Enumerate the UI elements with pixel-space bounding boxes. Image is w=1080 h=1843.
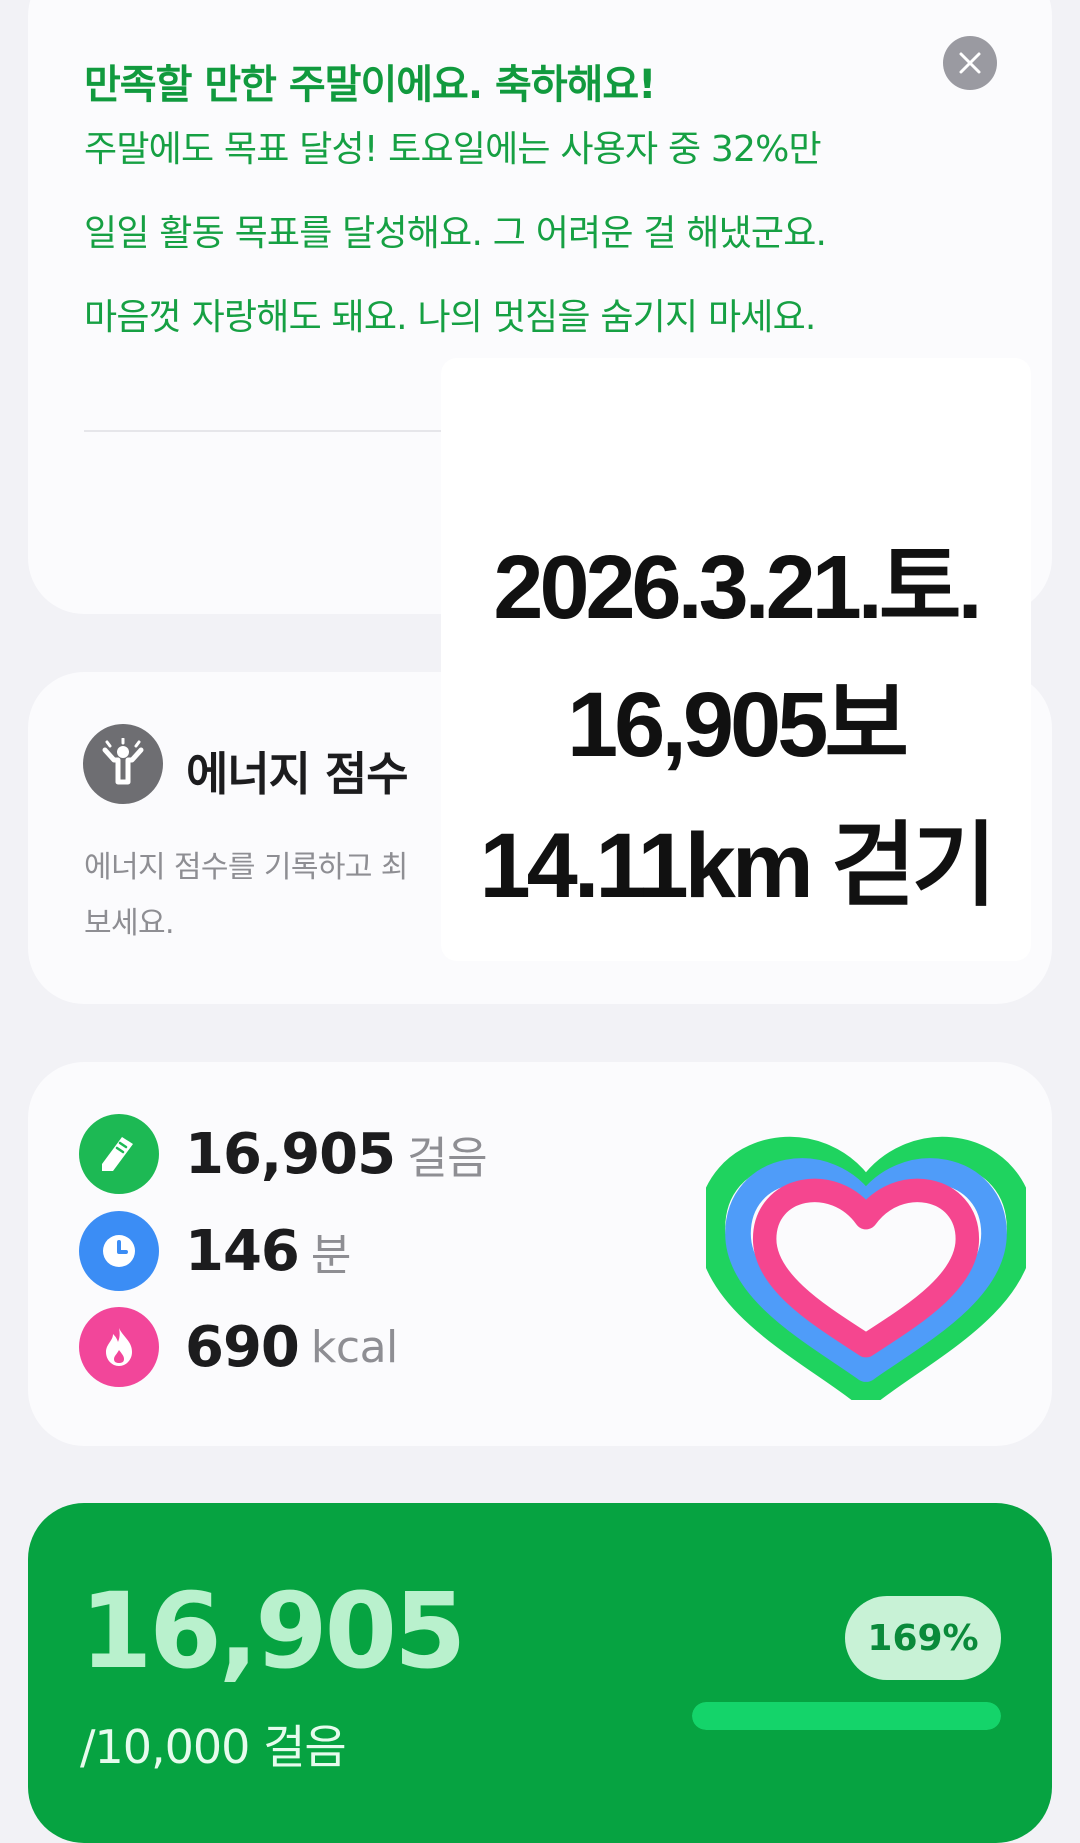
overlay-distance: 14.11km 걷기 (479, 815, 997, 917)
flame-icon (79, 1307, 159, 1387)
minutes-unit: 분 (310, 1230, 351, 1281)
energy-desc-line: 에너지 점수를 기록하고 최 (84, 850, 408, 885)
activity-summary-card[interactable]: 16,905 걸음 146 분 690 kcal (28, 1062, 1052, 1446)
goal-steps-value: 16,905 (80, 1570, 466, 1692)
goal-target: /10,000 걸음 (80, 1720, 347, 1774)
overlay-steps: 16,905보 (566, 674, 909, 776)
close-button[interactable] (943, 36, 997, 90)
overlay-date: 2026.3.21.토. (493, 538, 982, 638)
steps-value: 16,905 (185, 1121, 396, 1187)
steps-unit: 걸음 (407, 1133, 488, 1184)
calories-row: 690 kcal (79, 1307, 398, 1387)
activity-rings-heart[interactable] (706, 1110, 1026, 1400)
congrats-line: 마음껏 자랑해도 돼요. 나의 멋짐을 숨기지 마세요. (84, 297, 816, 338)
overlay-caption: 2026.3.21.토. 16,905보 14.11km 걷기 (441, 358, 1031, 961)
energy-person-icon (83, 724, 163, 804)
energy-desc-line: 보세요. (84, 906, 175, 941)
minutes-value: 146 (185, 1218, 300, 1284)
minutes-row: 146 분 (79, 1211, 351, 1291)
calories-unit: kcal (310, 1321, 398, 1373)
goal-progress-fill (692, 1702, 1001, 1730)
shoe-icon (79, 1114, 159, 1194)
congrats-title: 만족할 만한 주말이에요. 축하해요! (84, 62, 656, 108)
goal-progress-bar (692, 1702, 1001, 1730)
congrats-message: 주말에도 목표 달성! 토요일에는 사용자 중 32%만 일일 활동 목표를 달… (84, 108, 984, 360)
goal-percent-badge: 169% (845, 1596, 1001, 1680)
calories-value: 690 (185, 1314, 300, 1380)
clock-icon (79, 1211, 159, 1291)
step-goal-card[interactable]: 16,905 /10,000 걸음 169% (28, 1503, 1052, 1843)
congrats-line: 주말에도 목표 달성! 토요일에는 사용자 중 32%만 (84, 129, 822, 170)
congrats-line: 일일 활동 목표를 달성해요. 그 어려운 걸 해냈군요. (84, 213, 827, 254)
steps-row: 16,905 걸음 (79, 1114, 488, 1194)
close-icon (959, 52, 981, 74)
energy-score-title: 에너지 점수 (186, 747, 409, 801)
